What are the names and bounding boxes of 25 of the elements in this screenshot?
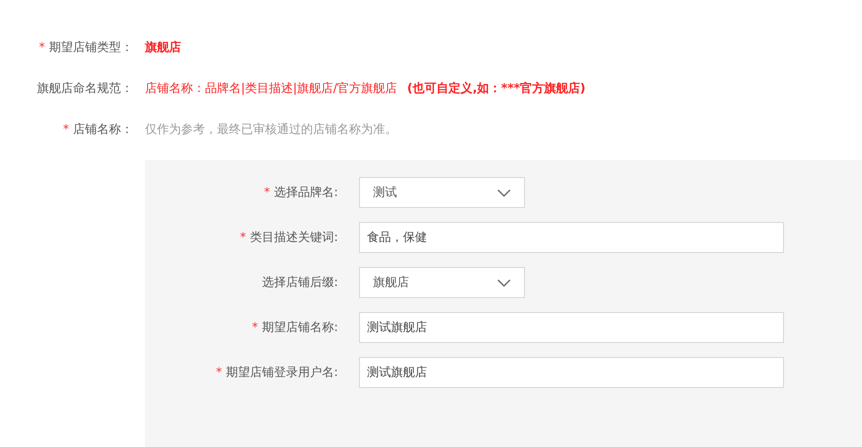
chevron-down-icon bbox=[497, 188, 511, 196]
field-label: 选择店铺后缀: bbox=[262, 275, 338, 289]
text-field[interactable]: 测试旗舰店 bbox=[359, 357, 784, 388]
chevron-down-icon bbox=[497, 278, 511, 286]
required-mark: * bbox=[39, 40, 45, 54]
text-field[interactable]: 食品，保健 bbox=[359, 222, 784, 253]
required-mark: * bbox=[216, 365, 222, 379]
field-label: 选择品牌名: bbox=[274, 185, 338, 199]
required-mark: * bbox=[264, 185, 270, 199]
field-value: 仅作为参考，最终已审核通过的店铺名称为准。 bbox=[145, 120, 397, 138]
field-label: 类目描述关键词: bbox=[250, 230, 338, 244]
field-label: 店铺名称： bbox=[73, 122, 133, 136]
text-field[interactable]: 测试旗舰店 bbox=[359, 312, 784, 343]
required-mark: * bbox=[240, 230, 246, 244]
field-value: 店铺名称：品牌名|类目描述|旗舰店/官方旗舰店 bbox=[145, 80, 398, 96]
field-label: 旗舰店命名规范： bbox=[37, 80, 133, 94]
required-mark: * bbox=[63, 122, 69, 136]
field-label: 期望店铺类型： bbox=[49, 40, 133, 54]
required-mark: * bbox=[252, 320, 258, 334]
naming-note: (也可自定义,如：***官方旗舰店) bbox=[407, 80, 586, 96]
field-value: 旗舰店 bbox=[145, 38, 181, 56]
dropdown[interactable]: 测试 bbox=[359, 177, 525, 208]
field-label: 期望店铺登录用户名: bbox=[226, 365, 338, 379]
dropdown[interactable]: 旗舰店 bbox=[359, 267, 525, 298]
field-label: 期望店铺名称: bbox=[262, 320, 338, 334]
